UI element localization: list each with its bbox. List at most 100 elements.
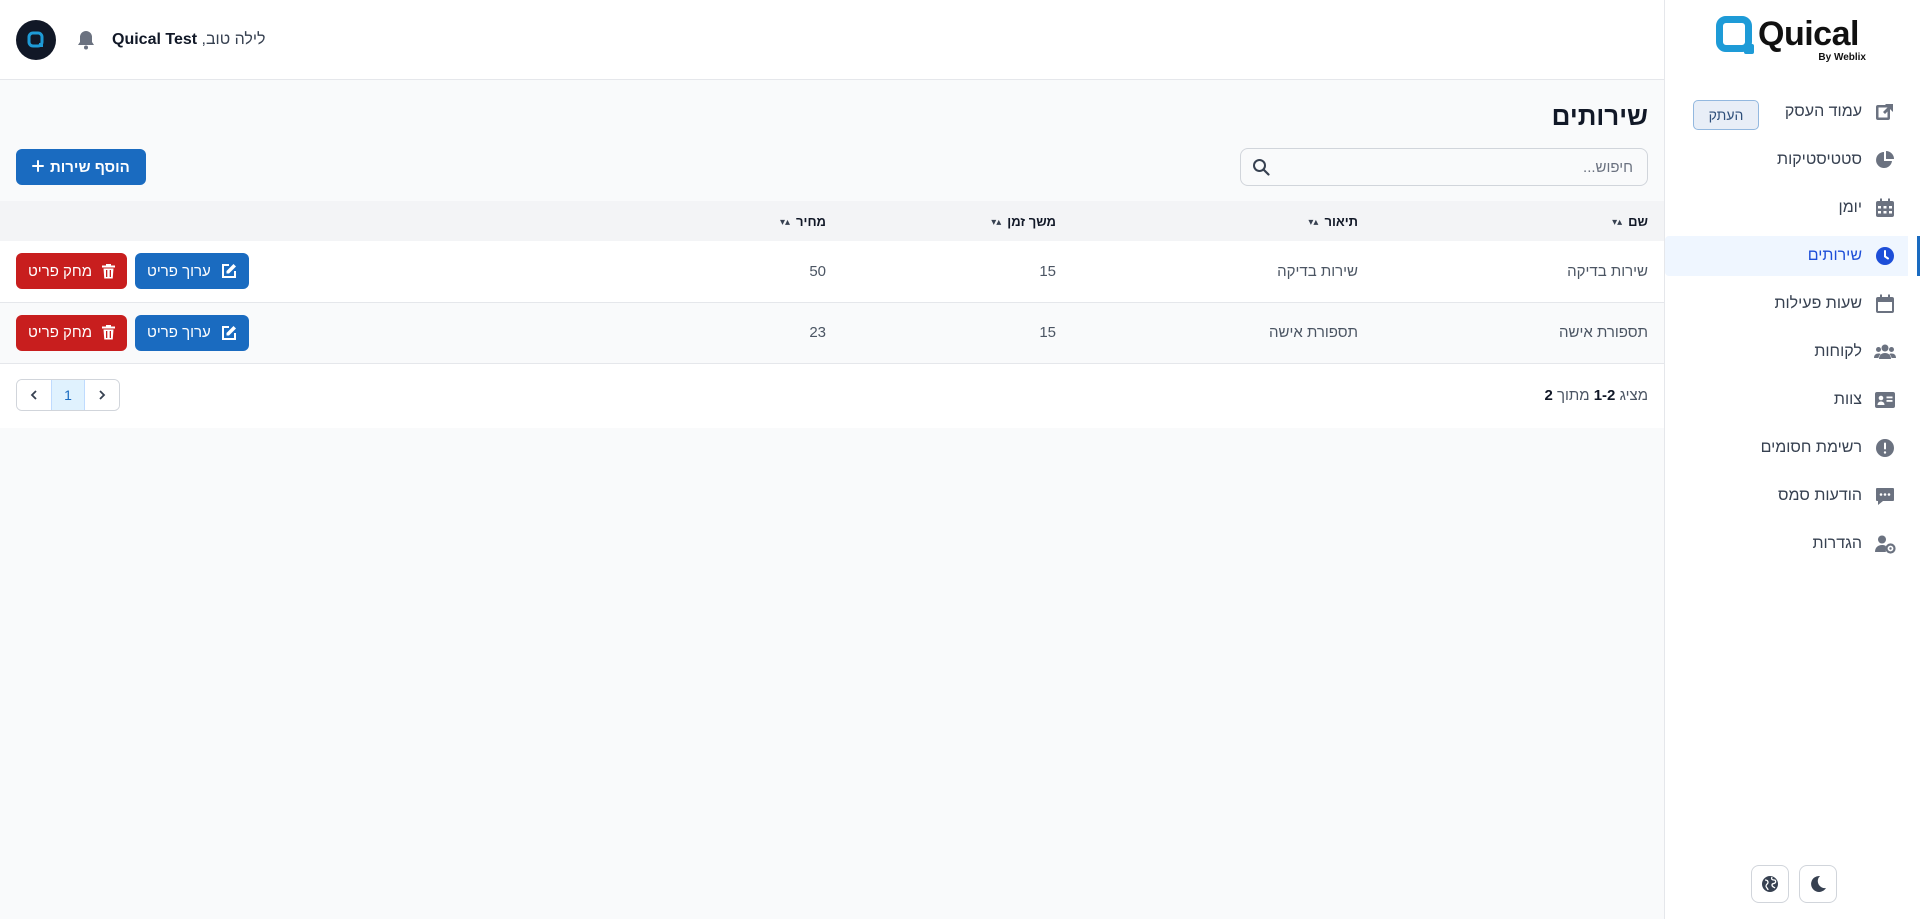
sidebar-item-label: יומן (1838, 199, 1862, 216)
avatar[interactable] (16, 20, 56, 60)
sidebar-item-business-page[interactable]: עמוד העסק העתק (1665, 92, 1908, 132)
cell-description: שירות בדיקה (1277, 262, 1358, 280)
sidebar-item-blocked-list[interactable]: רשימת חסומים (1665, 428, 1908, 468)
delete-label: מחק פריט (28, 324, 93, 341)
sort-icon: ▴▾ (991, 216, 1002, 228)
greeting-text: לילה טוב, Quical Test (112, 31, 266, 49)
cell-actions: מחק פריט ערוך פריט (0, 241, 586, 302)
notifications-button[interactable] (74, 28, 98, 52)
trash-icon (102, 263, 116, 279)
sidebar-item-statistics[interactable]: סטטיסטיקות (1665, 140, 1908, 180)
sidebar-item-label: שירותים (1807, 247, 1862, 264)
edit-label: ערוך פריט (147, 324, 211, 341)
delete-item-button[interactable]: מחק פריט (16, 314, 128, 351)
sidebar-item-label: שעות פעילות (1774, 295, 1862, 312)
sidebar-item-opening-hours[interactable]: שעות פעילות (1665, 284, 1908, 324)
edit-icon (221, 325, 236, 340)
globe-icon (1762, 876, 1778, 892)
chevron-left-icon (30, 390, 37, 400)
table-row: תספורת אישה תספורת אישה 15 23 מחק פריט ע… (0, 302, 1664, 363)
header-user-area: לילה טוב, Quical Test (16, 20, 266, 60)
sidebar-item-label: הגדרות (1812, 535, 1862, 552)
sidebar-item-team[interactable]: צוות (1665, 380, 1908, 420)
calendar-alt-icon (1874, 293, 1896, 315)
sidebar-item-label: הודעות סמס (1778, 487, 1862, 504)
sidebar-footer-buttons (1751, 865, 1837, 903)
edit-item-button[interactable]: ערוך פריט (135, 253, 249, 290)
cell-price: 50 (809, 262, 826, 280)
sidebar-nav: עמוד העסק העתק סטטיסטיקות יומן שירותים ש… (1665, 92, 1920, 572)
delete-item-button[interactable]: מחק פריט (16, 253, 128, 290)
top-header: לילה טוב, Quical Test (0, 0, 1664, 80)
pagination-page-button[interactable]: 1 (51, 380, 85, 410)
search-icon[interactable] (1241, 158, 1281, 176)
quical-logo[interactable]: Quical By Weblix (1716, 14, 1866, 68)
users-icon (1874, 341, 1896, 363)
cell-name: שירות בדיקה (1567, 262, 1648, 280)
sidebar-item-label: רשימת חסומים (1760, 439, 1862, 456)
results-count: מציג 1-2 מתוך 2 (1544, 387, 1648, 404)
cell-name: תספורת אישה (1559, 324, 1648, 341)
user-name: Quical Test (112, 31, 198, 48)
search-input[interactable] (1281, 149, 1647, 185)
sort-icon: ▴▾ (1308, 216, 1319, 228)
sidebar-item-label: לקוחות (1814, 343, 1862, 360)
add-service-label: הוסף שירות (50, 158, 130, 176)
column-actions-header (0, 201, 586, 241)
sidebar-item-label: עמוד העסק (1784, 103, 1862, 120)
edit-icon (221, 264, 236, 279)
column-price-header[interactable]: מחיר▴▾ (586, 201, 842, 241)
sidebar-item-settings[interactable]: הגדרות (1665, 524, 1908, 564)
sidebar-item-sms[interactable]: הודעות סמס (1665, 476, 1908, 516)
greeting-prefix: לילה טוב, (201, 31, 266, 48)
edit-label: ערוך פריט (147, 262, 211, 280)
alert-icon (1874, 437, 1896, 459)
pie-chart-icon (1874, 149, 1896, 171)
trash-icon (102, 325, 116, 340)
pagination-next-button[interactable] (85, 380, 119, 410)
copy-button[interactable]: העתק (1693, 100, 1759, 130)
add-service-button[interactable]: הוסף שירות (16, 149, 146, 185)
moon-icon (1811, 875, 1826, 892)
chevron-right-icon (99, 390, 106, 400)
sidebar-item-customers[interactable]: לקוחות (1665, 332, 1908, 372)
column-description-header[interactable]: תיאור▴▾ (1072, 201, 1374, 241)
column-name-header[interactable]: שם▴▾ (1374, 201, 1664, 241)
logo-byline: By Weblix (1818, 52, 1866, 63)
sidebar-item-services[interactable]: שירותים (1665, 236, 1920, 276)
calendar-icon (1874, 197, 1896, 219)
delete-label: מחק פריט (28, 262, 93, 280)
table-header-row: שם▴▾ תיאור▴▾ משך זמן▴▾ מחיר▴▾ (0, 201, 1664, 241)
cell-duration: 15 (1039, 324, 1056, 341)
clock-icon (1874, 245, 1896, 267)
sidebar-item-label: צוות (1833, 391, 1862, 408)
edit-item-button[interactable]: ערוך פריט (135, 314, 249, 351)
table-row: שירות בדיקה שירות בדיקה 15 50 מחק פריט ע… (0, 241, 1664, 302)
id-card-icon (1874, 389, 1896, 411)
pagination-prev-button[interactable] (17, 380, 51, 410)
table-footer: מציג 1-2 מתוך 2 1 (0, 364, 1664, 428)
search-box (1240, 148, 1648, 186)
sidebar-item-label: סטטיסטיקות (1777, 151, 1862, 168)
logo-mark-icon (1716, 16, 1754, 54)
sort-icon: ▴▾ (1612, 216, 1623, 228)
cell-actions: מחק פריט ערוך פריט (0, 302, 586, 363)
logo-text: Quical (1758, 15, 1859, 53)
pagination: 1 (16, 379, 120, 411)
cell-duration: 15 (1039, 262, 1056, 280)
column-duration-header[interactable]: משך זמן▴▾ (842, 201, 1072, 241)
quical-mark-icon (27, 31, 44, 48)
sort-icon: ▴▾ (779, 216, 791, 228)
cell-description: תספורת אישה (1269, 324, 1358, 341)
external-link-icon (1874, 101, 1896, 123)
cell-price: 23 (809, 324, 826, 341)
services-table: שם▴▾ תיאור▴▾ משך זמן▴▾ מחיר▴▾ שירות בדיק… (0, 201, 1664, 364)
plus-icon (32, 159, 44, 176)
sidebar: Quical By Weblix עמוד העסק העתק סטטיסטיק… (1664, 0, 1920, 919)
message-icon (1874, 485, 1896, 507)
page-title: שירותים (1551, 101, 1648, 131)
sidebar-item-calendar[interactable]: יומן (1665, 188, 1908, 228)
user-settings-icon (1874, 533, 1896, 555)
language-button[interactable] (1751, 865, 1789, 903)
dark-mode-toggle[interactable] (1799, 865, 1837, 903)
